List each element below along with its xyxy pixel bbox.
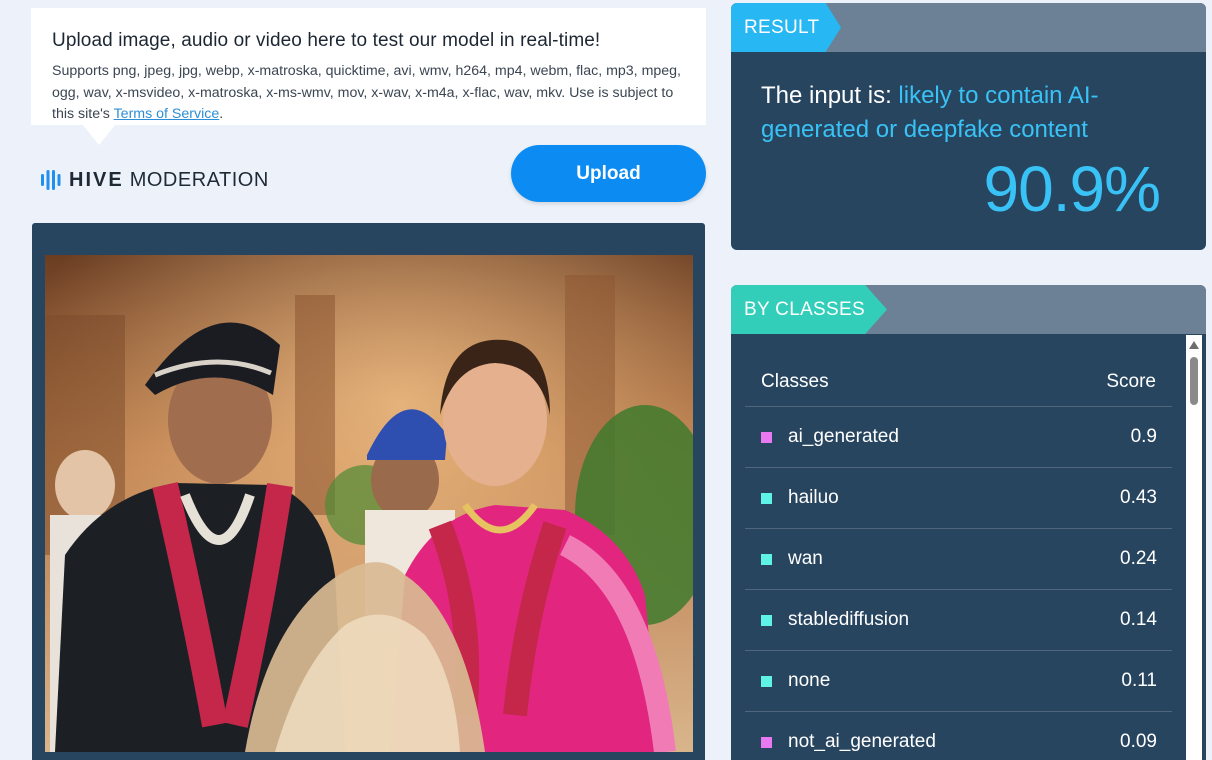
table-row: stablediffusion 0.14: [745, 590, 1172, 651]
hive-moderation-logo: HIVE MODERATION: [40, 168, 269, 192]
result-tag: RESULT: [731, 3, 841, 52]
class-name: none: [788, 670, 831, 691]
column-header-score: Score: [1106, 370, 1156, 392]
hive-bars-icon: [41, 170, 61, 190]
class-score: 0.9: [1130, 426, 1157, 447]
result-summary: The input is: likely to contain AI-gener…: [761, 79, 1161, 147]
class-score: 0.09: [1120, 731, 1157, 752]
column-header-classes: Classes: [761, 370, 829, 392]
table-row: hailuo 0.43: [745, 468, 1172, 529]
class-color-swatch: [761, 675, 772, 687]
upload-info-card: Upload image, audio or video here to tes…: [31, 8, 706, 145]
supported-formats-text: Supports png, jpeg, jpg, webp, x-matrosk…: [52, 61, 686, 126]
class-color-swatch: [761, 431, 772, 443]
classes-table-header: Classes Score: [745, 357, 1172, 407]
class-score: 0.24: [1120, 548, 1157, 569]
result-card: RESULT The input is: likely to contain A…: [731, 3, 1206, 250]
classes-scrollbar[interactable]: [1186, 335, 1202, 760]
brand-name-hive: HIVE: [69, 168, 124, 191]
class-color-swatch: [761, 614, 772, 626]
class-name: not_ai_generated: [788, 731, 936, 752]
table-row: ai_generated 0.9: [745, 407, 1172, 468]
table-row: not_ai_generated 0.09: [745, 712, 1172, 760]
scroll-up-arrow-icon[interactable]: [1189, 341, 1199, 349]
class-color-swatch: [761, 553, 772, 565]
result-header: RESULT: [731, 3, 1206, 52]
class-score: 0.11: [1121, 670, 1157, 691]
result-prefix: The input is:: [761, 82, 899, 109]
info-title: Upload image, audio or video here to tes…: [52, 30, 601, 51]
classes-header: BY CLASSES: [731, 285, 1206, 334]
class-score: 0.14: [1120, 609, 1157, 630]
image-preview-panel: [32, 223, 705, 760]
class-name: wan: [788, 548, 823, 569]
terms-suffix: .: [219, 106, 224, 122]
classes-table: ai_generated 0.9 hailuo 0.43 wan 0.24 st…: [745, 407, 1172, 760]
by-classes-tag: BY CLASSES: [731, 285, 887, 334]
class-color-swatch: [761, 736, 772, 748]
class-color-swatch: [761, 492, 772, 504]
by-classes-card: BY CLASSES Classes Score ai_generated 0.…: [731, 285, 1206, 760]
class-score: 0.43: [1120, 487, 1157, 508]
brand-name-moderation: MODERATION: [129, 168, 269, 191]
class-name: hailuo: [788, 487, 839, 508]
class-name: stablediffusion: [788, 609, 910, 630]
table-row: wan 0.24: [745, 529, 1172, 590]
scroll-thumb[interactable]: [1190, 357, 1198, 405]
upload-button[interactable]: Upload: [511, 145, 706, 202]
uploaded-photo: [45, 255, 693, 752]
result-score: 90.9%: [983, 153, 1161, 225]
class-name: ai_generated: [788, 426, 899, 447]
table-row: none 0.11: [745, 651, 1172, 712]
terms-of-service-link[interactable]: Terms of Service: [114, 106, 220, 122]
